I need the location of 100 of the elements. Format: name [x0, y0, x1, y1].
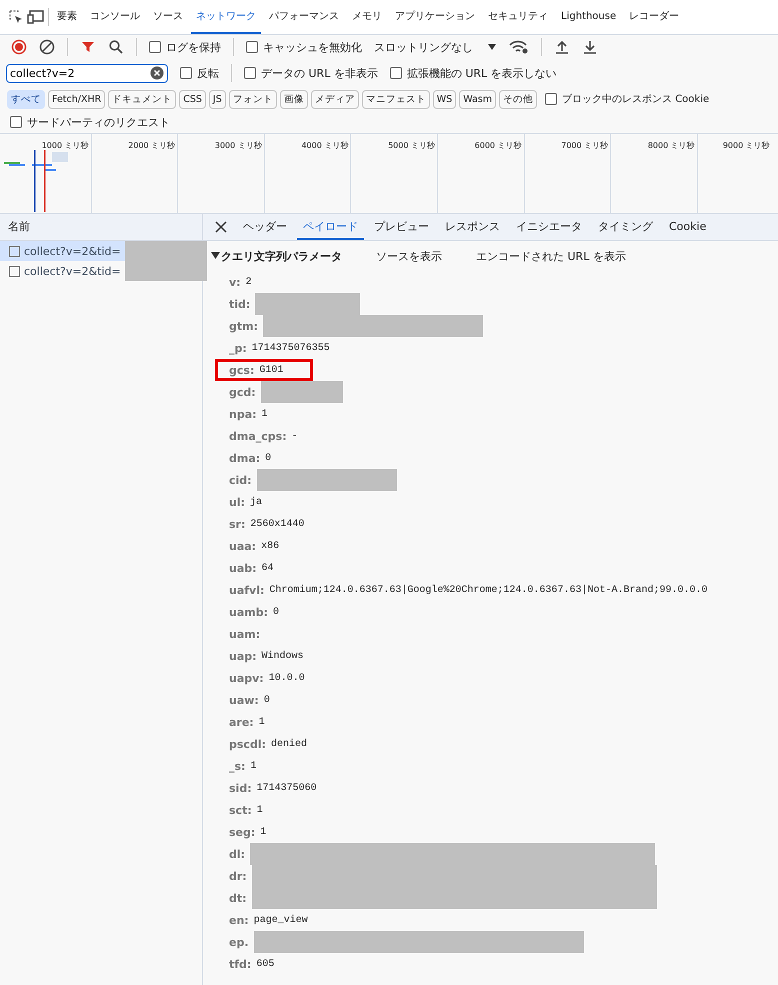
checkbox[interactable]	[149, 41, 161, 53]
type-filter-chip[interactable]: WS	[432, 90, 456, 108]
param-value: 605	[256, 958, 274, 970]
device-icon[interactable]	[27, 9, 45, 25]
checkbox[interactable]	[246, 41, 258, 53]
checkbox-label: 拡張機能の URL を表示しない	[406, 66, 557, 80]
panel-tab[interactable]: ソース	[148, 0, 188, 34]
param-key: dma:	[229, 452, 260, 464]
param-value: 1	[260, 826, 266, 838]
param-key: npa:	[229, 408, 257, 420]
param-key: pscdl:	[229, 738, 266, 750]
type-filter-chip[interactable]: フォント	[228, 90, 277, 108]
panel-tab[interactable]: アプリケーション	[390, 0, 480, 34]
download-icon[interactable]	[582, 39, 598, 55]
detail-tab[interactable]: タイミング	[592, 214, 659, 240]
panel-tab[interactable]: Lighthouse	[556, 0, 622, 34]
upload-icon[interactable]	[554, 39, 570, 55]
param-key: tid:	[229, 298, 250, 310]
type-filter-chip[interactable]: その他	[499, 90, 538, 108]
param-key: gcs:	[229, 364, 254, 376]
param-key: tfd:	[229, 958, 252, 970]
param-key: dt:	[229, 892, 247, 904]
checkbox[interactable]	[244, 67, 256, 79]
param-value: 0	[265, 452, 272, 464]
param-key: uap:	[229, 650, 257, 662]
param-value: Windows	[262, 650, 304, 662]
type-filter-chip[interactable]: 画像	[280, 90, 308, 108]
view-encoded-link[interactable]: エンコードされた URL を表示	[476, 248, 626, 264]
detail-tab[interactable]: Cookie	[663, 214, 712, 240]
param-key: _p:	[229, 342, 247, 354]
panel-tab[interactable]: ネットワーク	[191, 0, 261, 34]
checkbox[interactable]	[10, 116, 22, 128]
panel-tab[interactable]: 要素	[52, 0, 82, 34]
param-value: -	[292, 430, 298, 442]
param-value: 1	[256, 804, 263, 816]
timeline-tick-label: 9000 ミリ秒	[722, 141, 770, 150]
type-filter-chip[interactable]: JS	[208, 90, 226, 108]
param-value: 1	[250, 760, 256, 772]
checkbox-label: キャッシュを無効化	[263, 40, 362, 54]
filter-icon[interactable]	[80, 39, 96, 55]
param-key: dma_cps:	[229, 430, 287, 442]
param-key: sct:	[229, 804, 252, 816]
param-value: 2	[246, 276, 252, 288]
clear-icon[interactable]	[150, 66, 164, 80]
checkbox[interactable]	[390, 67, 402, 79]
type-filter-chip[interactable]: Wasm	[459, 90, 496, 108]
name-column-header: 名前	[0, 214, 202, 241]
panel-tab[interactable]: セキュリティ	[483, 0, 553, 34]
view-source-link[interactable]: ソースを表示	[376, 248, 442, 264]
timeline-tick-label: 7000 ミリ秒	[561, 141, 608, 150]
detail-tab[interactable]: イニシエータ	[510, 214, 588, 240]
param-value: G101	[259, 364, 284, 376]
panel-tab[interactable]: メモリ	[347, 0, 387, 34]
param-key: uaa:	[229, 540, 256, 552]
detail-tab[interactable]: プレビュー	[368, 214, 435, 240]
checkbox[interactable]	[180, 67, 192, 79]
detail-tab[interactable]: レスポンス	[439, 214, 506, 240]
type-filter-chip[interactable]: すべて	[7, 90, 45, 108]
record-stop-icon[interactable]	[11, 39, 27, 55]
checkbox-label: 反転	[197, 66, 219, 80]
param-value: 64	[262, 562, 274, 574]
throttling-dropdown[interactable]: スロットリングなし	[374, 40, 497, 54]
param-key: sr:	[229, 518, 246, 530]
type-filter-chip[interactable]: Fetch/XHR	[48, 90, 106, 108]
checkbox[interactable]	[545, 93, 558, 105]
checkbox-label: ログを保持	[166, 40, 221, 54]
panel-tab[interactable]: コンソール	[85, 0, 145, 34]
param-key: gtm:	[229, 320, 258, 332]
detail-tab[interactable]: ヘッダー	[237, 214, 293, 240]
section-header[interactable]: クエリ文字列パラメータ	[211, 248, 342, 264]
param-key: uam:	[229, 628, 260, 640]
wifi-gear-icon[interactable]	[509, 39, 529, 55]
param-key: seg:	[229, 826, 256, 838]
request-row[interactable]: collect?v=2&tid=	[0, 261, 202, 281]
param-key: en:	[229, 914, 249, 926]
param-key: uafvl:	[229, 584, 264, 596]
search-icon[interactable]	[108, 39, 124, 55]
type-filter-chip[interactable]: メディア	[310, 90, 359, 108]
type-filter-chip[interactable]: マニフェスト	[362, 90, 430, 108]
panel-tab[interactable]: パフォーマンス	[264, 0, 344, 34]
timeline-tick-label: 4000 ミリ秒	[301, 141, 348, 150]
close-icon[interactable]	[215, 221, 227, 233]
param-key: _s:	[229, 760, 246, 772]
param-key: ep.	[229, 936, 249, 948]
panel-tab[interactable]: レコーダー	[624, 0, 684, 34]
type-filter-chip[interactable]: CSS	[179, 90, 206, 108]
param-key: gcd:	[229, 386, 256, 398]
clear-icon[interactable]	[39, 39, 55, 55]
param-key: uapv:	[229, 672, 264, 684]
caret-icon	[487, 43, 497, 51]
param-key: ul:	[229, 496, 246, 508]
filter-field[interactable]: collect?v=2	[6, 64, 168, 82]
inspect-icon[interactable]	[8, 9, 24, 25]
detail-tab[interactable]: ペイロード	[297, 214, 364, 240]
param-key: dr:	[229, 870, 247, 882]
param-value: denied	[271, 738, 308, 750]
param-value: 0	[264, 694, 270, 706]
param-value: x86	[261, 540, 280, 552]
param-key: uamb:	[229, 606, 268, 618]
type-filter-chip[interactable]: ドキュメント	[108, 90, 176, 108]
